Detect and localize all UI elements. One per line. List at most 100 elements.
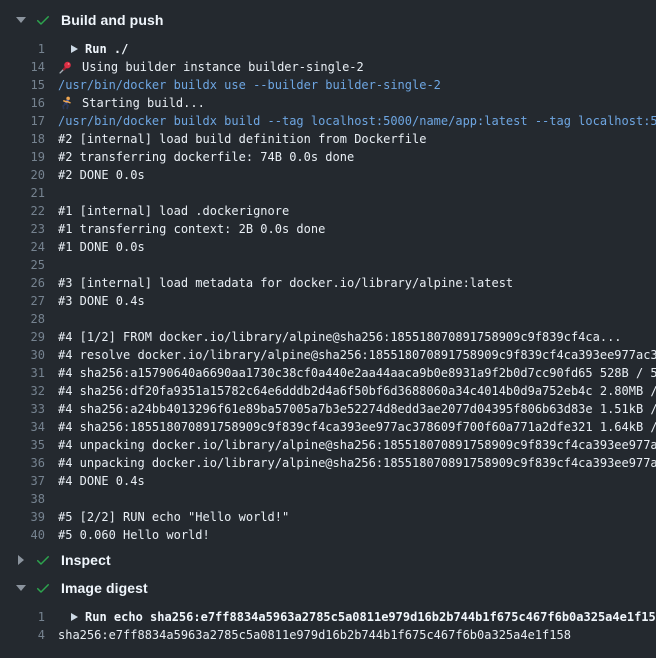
- log-line: 27 #3 DONE 0.4s: [0, 292, 656, 310]
- log-text: /usr/bin/docker buildx build --tag local…: [58, 112, 656, 130]
- log-text: #3 DONE 0.4s: [58, 292, 145, 310]
- log-line: 40 #5 0.060 Hello world!: [0, 526, 656, 544]
- log-text: #4 resolve docker.io/library/alpine@sha2…: [58, 346, 656, 364]
- log-text: #4 sha256:a15790640a6690aa1730c38cf0a440…: [58, 364, 656, 382]
- workflow-log: Build and push 1 Run ./14Using builder ins…: [0, 0, 656, 644]
- log-line: 4 sha256:e7ff8834a5963a2785c5a0811e979d16…: [0, 626, 656, 644]
- line-number[interactable]: 23: [12, 220, 45, 238]
- log-line: 32 #4 sha256:df20fa9351a15782c64e6dddb2d4…: [0, 382, 656, 400]
- log-line: 33 #4 sha256:a24bb4013296f61e89ba57005a7b…: [0, 400, 656, 418]
- expand-arrow-icon[interactable]: [71, 613, 78, 621]
- line-number[interactable]: 29: [12, 328, 45, 346]
- line-number[interactable]: 36: [12, 454, 45, 472]
- log-text: #4 [1/2] FROM docker.io/library/alpine@s…: [58, 328, 622, 346]
- line-number[interactable]: 26: [12, 274, 45, 292]
- line-number[interactable]: 21: [12, 184, 45, 202]
- line-number[interactable]: 38: [12, 490, 45, 508]
- log-line: 17/usr/bin/docker buildx build --tag loc…: [0, 112, 656, 130]
- line-number[interactable]: 33: [12, 400, 45, 418]
- check-icon: [35, 552, 51, 568]
- log-line: 16 Starting build...: [0, 94, 656, 112]
- chevron-down-icon: [13, 12, 29, 28]
- log-line: 20 #2 DONE 0.0s: [0, 166, 656, 184]
- expand-arrow-icon[interactable]: [71, 45, 78, 53]
- log-text: #5 0.060 Hello world!: [58, 526, 210, 544]
- log-text: #4 sha256:185518070891758909c9f839cf4ca3…: [58, 418, 656, 436]
- line-number[interactable]: 4: [12, 626, 45, 644]
- log-line: 22 #1 [internal] load .dockerignore: [0, 202, 656, 220]
- log-line: 29 #4 [1/2] FROM docker.io/library/alpine…: [0, 328, 656, 346]
- log-text: #3 [internal] load metadata for docker.i…: [58, 274, 513, 292]
- log-line: 38: [0, 490, 656, 508]
- log-text: #1 transferring context: 2B 0.0s done: [58, 220, 325, 238]
- log-text: #2 DONE 0.0s: [58, 166, 145, 184]
- log-text: #5 [2/2] RUN echo "Hello world!": [58, 508, 289, 526]
- line-number[interactable]: 25: [12, 256, 45, 274]
- log-lines-image-digest: 1 Run echo sha256:e7ff8834a5963a2785c5a08…: [0, 608, 656, 644]
- check-icon: [35, 580, 51, 596]
- section-title: Inspect: [61, 552, 111, 568]
- log-line: 24 #1 DONE 0.0s: [0, 238, 656, 256]
- runner-icon: [58, 96, 74, 111]
- log-line: 1 Run echo sha256:e7ff8834a5963a2785c5a08…: [0, 608, 656, 626]
- line-number[interactable]: 39: [12, 508, 45, 526]
- log-text: #2 transferring dockerfile: 74B 0.0s don…: [58, 148, 354, 166]
- line-number[interactable]: 24: [12, 238, 45, 256]
- log-line: 30 #4 resolve docker.io/library/alpine@sh…: [0, 346, 656, 364]
- line-number[interactable]: 17: [12, 112, 45, 130]
- chevron-down-icon: [13, 580, 29, 596]
- line-number[interactable]: 40: [12, 526, 45, 544]
- line-number[interactable]: 1: [12, 608, 45, 626]
- log-line: 1 Run ./: [0, 40, 656, 58]
- log-text: #1 DONE 0.0s: [58, 238, 145, 256]
- log-line: 28: [0, 310, 656, 328]
- log-line: 15/usr/bin/docker buildx use --builder b…: [0, 76, 656, 94]
- log-text: #4 sha256:a24bb4013296f61e89ba57005a7b3e…: [58, 400, 656, 418]
- section-header-inspect[interactable]: Inspect: [0, 546, 656, 574]
- log-line: 34 #4 sha256:185518070891758909c9f839cf4c…: [0, 418, 656, 436]
- log-text: Run ./: [85, 40, 128, 58]
- log-line: 21: [0, 184, 656, 202]
- log-line: 26 #3 [internal] load metadata for docker…: [0, 274, 656, 292]
- log-lines-build-and-push: 1 Run ./14Using builder instance builder-…: [0, 40, 656, 544]
- log-line: 19 #2 transferring dockerfile: 74B 0.0s d…: [0, 148, 656, 166]
- section-title: Image digest: [61, 580, 148, 596]
- section-header-build-and-push[interactable]: Build and push: [0, 6, 656, 34]
- line-number[interactable]: 15: [12, 76, 45, 94]
- log-text: #4 DONE 0.4s: [58, 472, 145, 490]
- line-number[interactable]: 32: [12, 382, 45, 400]
- log-text: #1 [internal] load .dockerignore: [58, 202, 289, 220]
- log-text: Starting build...: [82, 94, 205, 112]
- log-text: #4 sha256:df20fa9351a15782c64e6dddb2d4a6…: [58, 382, 656, 400]
- line-number[interactable]: 28: [12, 310, 45, 328]
- log-text: #2 [internal] load build definition from…: [58, 130, 426, 148]
- log-line: 31 #4 sha256:a15790640a6690aa1730c38cf0a4…: [0, 364, 656, 382]
- log-line: 37 #4 DONE 0.4s: [0, 472, 656, 490]
- log-line: 18 #2 [internal] load build definition fr…: [0, 130, 656, 148]
- line-number[interactable]: 1: [12, 40, 45, 58]
- log-text: sha256:e7ff8834a5963a2785c5a0811e979d16b…: [58, 626, 571, 644]
- log-text: #4 unpacking docker.io/library/alpine@sh…: [58, 454, 656, 472]
- line-number[interactable]: 37: [12, 472, 45, 490]
- pushpin-icon: [58, 60, 74, 75]
- line-number[interactable]: 34: [12, 418, 45, 436]
- log-text: Run echo sha256:e7ff8834a5963a2785c5a081…: [85, 608, 656, 626]
- line-number[interactable]: 35: [12, 436, 45, 454]
- section-header-image-digest[interactable]: Image digest: [0, 574, 656, 602]
- line-number[interactable]: 30: [12, 346, 45, 364]
- line-number[interactable]: 16: [12, 94, 45, 112]
- log-text: /usr/bin/docker buildx use --builder bui…: [58, 76, 441, 94]
- log-line: 14Using builder instance builder-single-…: [0, 58, 656, 76]
- line-number[interactable]: 31: [12, 364, 45, 382]
- line-number[interactable]: 20: [12, 166, 45, 184]
- log-line: 35#4 unpacking docker.io/library/alpine@…: [0, 436, 656, 454]
- line-number[interactable]: 22: [12, 202, 45, 220]
- chevron-right-icon: [13, 552, 29, 568]
- line-number[interactable]: 19: [12, 148, 45, 166]
- log-line: 25: [0, 256, 656, 274]
- line-number[interactable]: 27: [12, 292, 45, 310]
- line-number[interactable]: 18: [12, 130, 45, 148]
- line-number[interactable]: 14: [12, 58, 45, 76]
- section-title: Build and push: [61, 12, 164, 28]
- log-line: 23 #1 transferring context: 2B 0.0s done: [0, 220, 656, 238]
